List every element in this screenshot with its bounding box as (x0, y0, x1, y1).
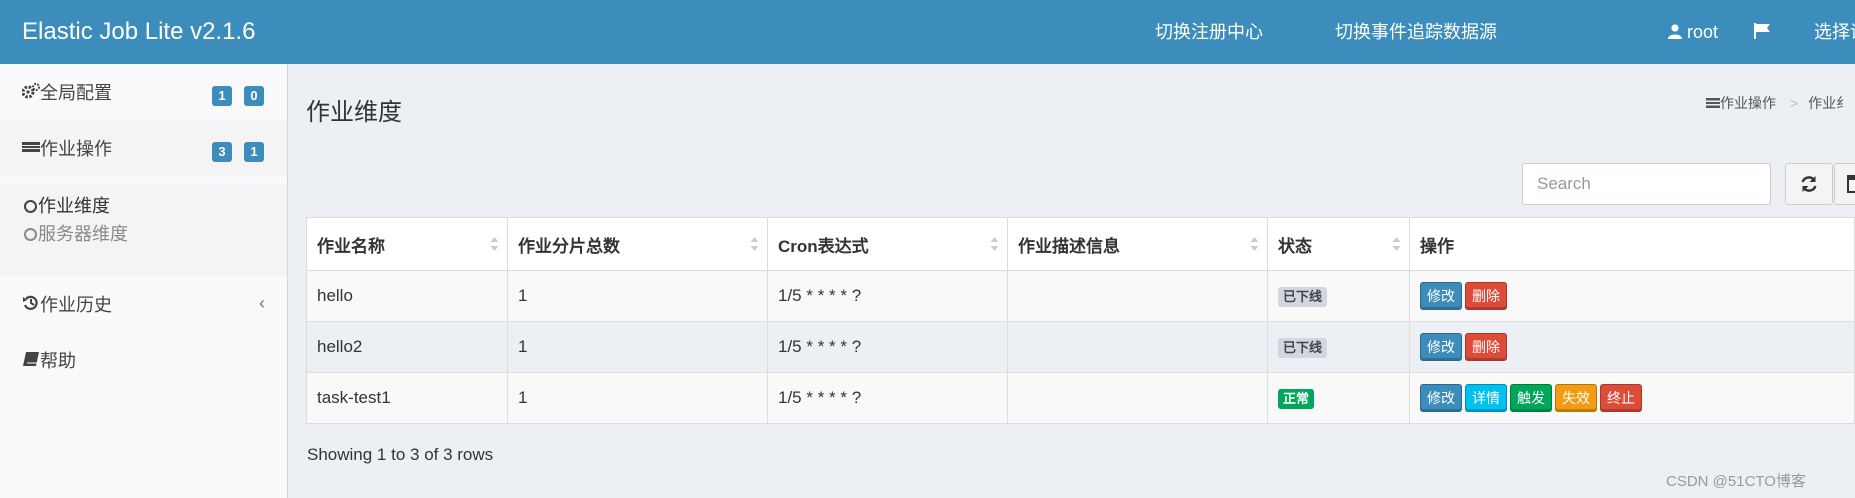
sort-icon (990, 237, 999, 251)
sidebar-item-label: 帮助 (40, 351, 76, 371)
circle-icon (24, 200, 37, 213)
shutdown-button[interactable]: 终止 (1600, 384, 1642, 412)
sidebar-item-job-ops[interactable]: 作业操作 3 1 (0, 120, 287, 176)
sort-icon (490, 237, 499, 251)
status-badge: 已下线 (1278, 337, 1328, 358)
columns-button[interactable] (1834, 163, 1855, 205)
notifications-button[interactable] (1753, 0, 1776, 64)
sidebar-item-global-config[interactable]: 全局配置 1 0 (0, 64, 287, 120)
sidebar-subitem-job-dimension[interactable]: 作业维度 (24, 192, 110, 218)
breadcrumb: 作业操作 > 作业纟 (1706, 93, 1850, 113)
list-icon (1706, 98, 1720, 108)
badge: 3 (212, 142, 232, 162)
page-title: 作业维度 (306, 99, 402, 126)
sidebar-subitem-server-dimension[interactable]: 服务器维度 (24, 220, 128, 246)
history-icon (22, 295, 40, 311)
switch-registry-link[interactable]: 切换注册中心 (1155, 0, 1263, 64)
cell-cron: 1/5 * * * * ? (767, 270, 1008, 322)
refresh-button[interactable] (1785, 163, 1833, 205)
chevron-left-icon: ‹ (259, 293, 265, 313)
list-icon (22, 139, 40, 155)
watermark: CSDN @51CTO博客 (1666, 473, 1806, 490)
sidebar-item-label: 作业历史 (40, 295, 112, 315)
table-row: hello2 1 1/5 * * * * ? 已下线 修改 删除 (306, 321, 1855, 373)
columns-icon (1847, 175, 1855, 193)
user-menu[interactable]: root (1668, 0, 1718, 64)
gears-icon (21, 83, 40, 99)
disable-button[interactable]: 失效 (1555, 384, 1597, 412)
table-row: task-test1 1 1/5 * * * * ? 正常 修改 详情 触发 失效 终止 (306, 372, 1855, 424)
cell-shards: 1 (507, 270, 768, 322)
column-header[interactable]: 操作 (1409, 217, 1855, 271)
column-header[interactable]: Cron表达式 (767, 217, 1008, 271)
cell-description (1007, 372, 1268, 424)
user-name: root (1687, 22, 1719, 42)
cell-job-name: task-test1 (306, 372, 508, 424)
badge: 1 (244, 142, 264, 162)
sidebar-subitem-label: 作业维度 (38, 196, 110, 216)
app-title[interactable]: Elastic Job Lite v2.1.6 (22, 0, 255, 64)
column-header[interactable]: 作业描述信息 (1007, 217, 1268, 271)
cell-status: 已下线 (1267, 270, 1410, 322)
sidebar: 全局配置 1 0 作业操作 3 1 作业维度 服务器维度 作业历史 ‹ 帮助 (0, 64, 288, 498)
jobs-table: 作业名称 作业分片总数 Cron表达式 作业描述信息 状态 操作 hello 1… (306, 217, 1855, 424)
delete-button[interactable]: 删除 (1465, 282, 1507, 310)
cell-status: 已下线 (1267, 321, 1410, 373)
book-icon (22, 351, 40, 367)
table-header-row: 作业名称 作业分片总数 Cron表达式 作业描述信息 状态 操作 (306, 217, 1855, 271)
delete-button[interactable]: 删除 (1465, 333, 1507, 361)
sidebar-subitem-label: 服务器维度 (38, 224, 128, 244)
user-icon (1668, 1, 1682, 65)
column-header[interactable]: 作业分片总数 (507, 217, 768, 271)
circle-icon (24, 228, 37, 241)
sort-icon (750, 237, 759, 251)
badge: 1 (212, 86, 232, 106)
breadcrumb-item: 作业纟 (1808, 95, 1851, 111)
search-input[interactable] (1522, 163, 1771, 205)
top-header: Elastic Job Lite v2.1.6 切换注册中心 切换事件追踪数据源… (0, 0, 1855, 64)
detail-button[interactable]: 详情 (1465, 384, 1507, 412)
pagination-info: Showing 1 to 3 of 3 rows (307, 445, 494, 464)
job-ops-submenu: 作业维度 服务器维度 (0, 184, 287, 276)
cell-cron: 1/5 * * * * ? (767, 372, 1008, 424)
table-row: hello 1 1/5 * * * * ? 已下线 修改 删除 (306, 270, 1855, 322)
cell-shards: 1 (507, 321, 768, 373)
column-header[interactable]: 作业名称 (306, 217, 508, 271)
flag-icon (1753, 1, 1771, 65)
sidebar-item-label: 作业操作 (40, 139, 112, 159)
cell-actions: 修改 删除 (1409, 270, 1855, 322)
cell-actions: 修改 详情 触发 失效 终止 (1409, 372, 1855, 424)
trigger-button[interactable]: 触发 (1510, 384, 1552, 412)
edit-button[interactable]: 修改 (1420, 282, 1462, 310)
sidebar-item-job-history[interactable]: 作业历史 ‹ (0, 276, 287, 332)
cell-description (1007, 270, 1268, 322)
badge: 0 (244, 86, 264, 106)
sort-icon (1392, 237, 1401, 251)
cell-job-name: hello (306, 270, 508, 322)
cell-actions: 修改 删除 (1409, 321, 1855, 373)
cell-description (1007, 321, 1268, 373)
cell-cron: 1/5 * * * * ? (767, 321, 1008, 373)
switch-datasource-link[interactable]: 切换事件追踪数据源 (1335, 0, 1497, 64)
refresh-icon (1801, 176, 1817, 192)
edit-button[interactable]: 修改 (1420, 384, 1462, 412)
status-badge: 正常 (1278, 388, 1315, 409)
edit-button[interactable]: 修改 (1420, 333, 1462, 361)
sort-icon (1250, 237, 1259, 251)
cell-shards: 1 (507, 372, 768, 424)
language-selector[interactable]: 选择语 (1814, 0, 1855, 64)
cell-status: 正常 (1267, 372, 1410, 424)
sidebar-item-label: 全局配置 (40, 83, 112, 103)
cell-job-name: hello2 (306, 321, 508, 373)
breadcrumb-item[interactable]: 作业操作 (1706, 95, 1780, 111)
column-header[interactable]: 状态 (1267, 217, 1410, 271)
sidebar-item-help[interactable]: 帮助 (0, 332, 287, 388)
status-badge: 已下线 (1278, 286, 1328, 307)
